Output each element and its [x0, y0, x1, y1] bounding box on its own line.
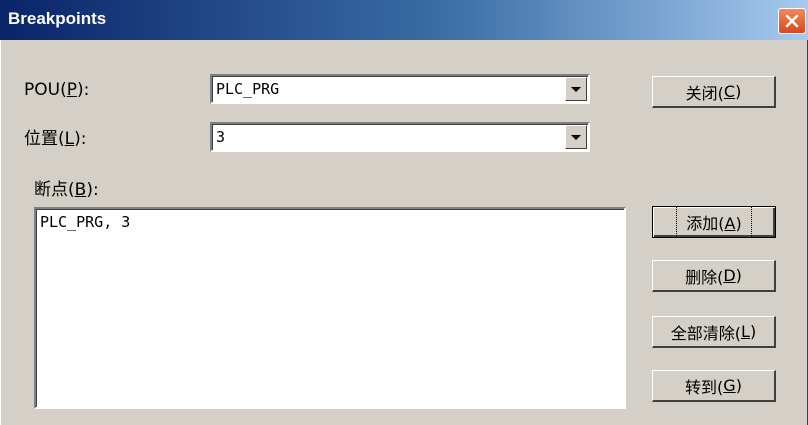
position-combobox[interactable]: 3: [210, 122, 590, 152]
close-button[interactable]: 关闭(C): [652, 76, 776, 108]
title-bar: Breakpoints: [0, 0, 808, 40]
close-x-icon: [785, 14, 799, 28]
pou-combobox[interactable]: PLC_PRG: [210, 74, 590, 104]
pou-label: POU(P):: [24, 80, 90, 100]
breakpoints-label: 断点(B):: [34, 180, 99, 200]
goto-button[interactable]: 转到(G): [652, 370, 776, 402]
position-dropdown-button[interactable]: [565, 125, 587, 149]
window-frame-right: [804, 40, 808, 425]
delete-button[interactable]: 删除(D): [652, 260, 776, 292]
breakpoints-listbox[interactable]: PLC_PRG, 3: [34, 207, 626, 409]
position-value: 3: [216, 128, 226, 146]
chevron-down-icon: [571, 134, 581, 140]
window-title: Breakpoints: [8, 9, 107, 28]
pou-value: PLC_PRG: [216, 80, 280, 98]
window-frame-left: [0, 40, 4, 425]
clear-all-button[interactable]: 全部清除(L): [652, 316, 776, 348]
list-item[interactable]: PLC_PRG, 3: [40, 213, 130, 231]
chevron-down-icon: [571, 86, 581, 92]
close-window-button[interactable]: [778, 8, 806, 34]
pou-dropdown-button[interactable]: [565, 77, 587, 101]
add-button[interactable]: 添加(A): [652, 206, 776, 238]
position-label: 位置(L):: [24, 129, 87, 149]
